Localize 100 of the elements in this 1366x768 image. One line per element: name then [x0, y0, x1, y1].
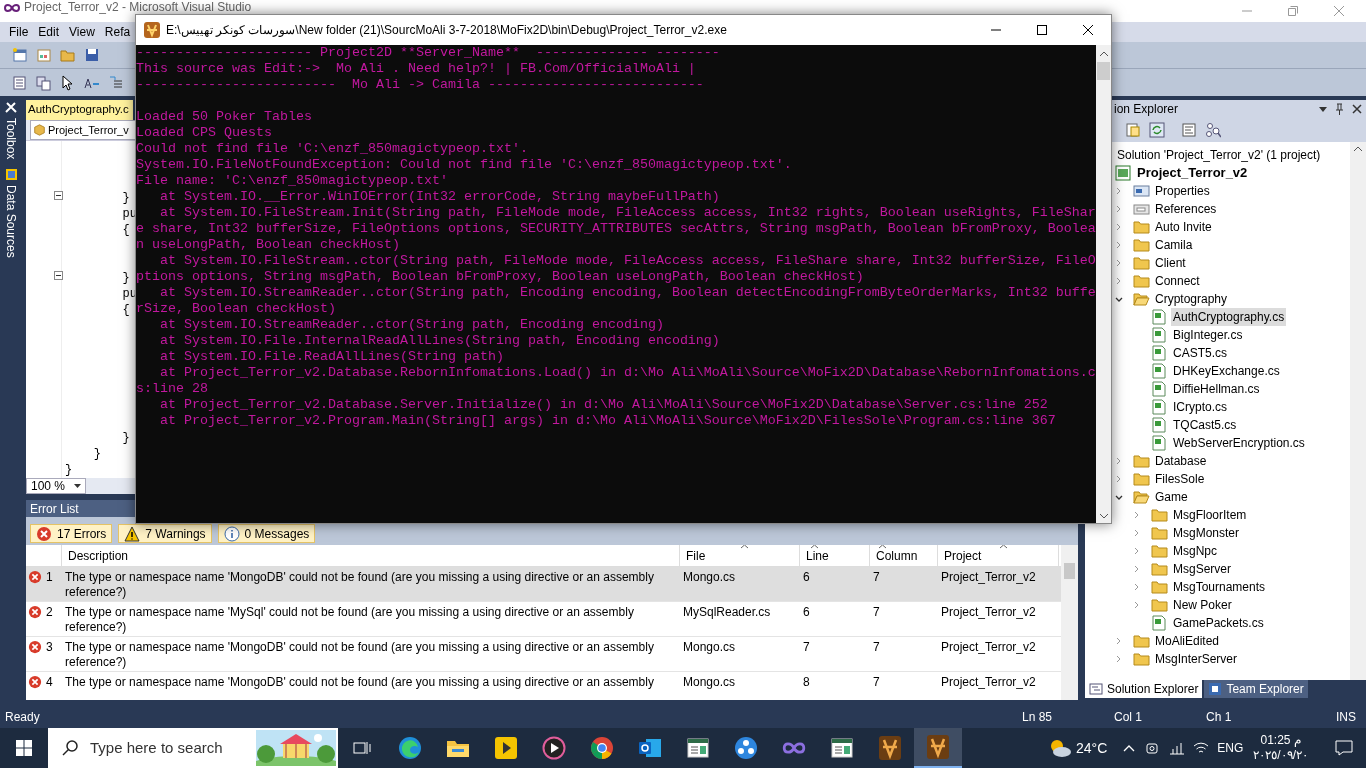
- scrollbar-thumb[interactable]: [1064, 563, 1075, 579]
- dropdown-icon[interactable]: [1319, 106, 1327, 112]
- tree-item[interactable]: Connect: [1153, 272, 1202, 290]
- column-header[interactable]: Column: [870, 545, 938, 566]
- save-icon[interactable]: [84, 47, 100, 63]
- scrollbar[interactable]: [1061, 545, 1078, 700]
- filter-button[interactable]: 17 Errors: [30, 524, 113, 543]
- maximize-icon[interactable]: [1037, 25, 1047, 35]
- document-list-icon[interactable]: [12, 74, 28, 91]
- tree-item[interactable]: MsgNpc: [1171, 542, 1219, 560]
- collapse-icon[interactable]: [54, 191, 63, 200]
- column-header[interactable]: Description: [62, 545, 680, 566]
- folder-icon: [1133, 651, 1150, 667]
- code-line: }: [65, 462, 73, 478]
- properties-icon: [1133, 183, 1150, 199]
- table-cell: 6: [803, 570, 810, 584]
- console-line: ------------------------- Mo Ali -> Camila ---------------------------: [136, 77, 704, 93]
- filter-button[interactable]: 0 Messages: [217, 524, 316, 543]
- tree-item[interactable]: MsgFloorItem: [1171, 506, 1249, 524]
- tree-item[interactable]: DHKeyExchange.cs: [1171, 362, 1282, 380]
- scrollbar[interactable]: [1350, 142, 1366, 680]
- panel-tab[interactable]: Team Explorer: [1204, 680, 1308, 698]
- scroll-up-icon[interactable]: [1354, 146, 1362, 151]
- references-icon: [1133, 201, 1150, 217]
- table-cell: 7: [873, 640, 880, 654]
- tree-item[interactable]: Cryptography: [1153, 290, 1230, 308]
- tree-item[interactable]: MoAliEdited: [1153, 632, 1222, 650]
- side-tab[interactable]: Toolbox: [2, 118, 20, 160]
- properties-icon[interactable]: [1125, 122, 1141, 138]
- folder-icon: [1133, 471, 1150, 487]
- wifi-icon[interactable]: [1193, 741, 1210, 755]
- tree-item[interactable]: BigInteger.cs: [1171, 326, 1245, 344]
- language-indicator[interactable]: ENG: [1217, 739, 1244, 757]
- camera-icon[interactable]: [1145, 741, 1160, 755]
- tree-item[interactable]: ICrypto.cs: [1171, 398, 1229, 416]
- new-project-icon[interactable]: [12, 47, 28, 63]
- tree-item[interactable]: FilesSole: [1153, 470, 1207, 488]
- collapse-icon[interactable]: [54, 271, 63, 280]
- column-header[interactable]: File: [680, 545, 800, 566]
- type-dropdown[interactable]: Project_Terror_v: [30, 120, 136, 140]
- tree-item[interactable]: DiffieHellman.cs: [1171, 380, 1262, 398]
- filter-button[interactable]: 7 Warnings: [118, 524, 212, 543]
- tree-item[interactable]: MsgInterServer: [1153, 650, 1240, 668]
- weather-icon[interactable]: [1048, 738, 1073, 758]
- temperature-text[interactable]: 24°C: [1076, 737, 1108, 759]
- scrollbar[interactable]: [1096, 45, 1111, 523]
- restore-icon[interactable]: [1288, 6, 1298, 16]
- table-cell: The type or namespace name 'MySql' could not be found (are you missing a using directive or an assembly reference?): [65, 605, 634, 634]
- windows-logo-icon[interactable]: [16, 740, 32, 756]
- tree-item[interactable]: MsgServer: [1171, 560, 1233, 578]
- column-header[interactable]: Project: [938, 545, 1059, 566]
- menu-item[interactable]: View: [64, 23, 100, 41]
- class-diagram-icon[interactable]: [1205, 122, 1221, 138]
- tree-item[interactable]: Solution 'Project_Terror_v2' (1 project): [1115, 146, 1323, 164]
- close-icon[interactable]: [1352, 104, 1362, 114]
- insert-mode-indicator: INS: [1336, 709, 1356, 726]
- tree-item[interactable]: TQCast5.cs: [1171, 416, 1239, 434]
- tree-item[interactable]: MsgMonster: [1171, 524, 1242, 542]
- tree-item[interactable]: MsgTournaments: [1171, 578, 1268, 596]
- side-tab[interactable]: Data Sources: [2, 185, 20, 259]
- scroll-down-icon[interactable]: [1099, 514, 1108, 519]
- view-code-icon[interactable]: [1181, 122, 1197, 138]
- menu-item[interactable]: File: [4, 23, 34, 41]
- menu-item[interactable]: Edit: [33, 23, 65, 41]
- search-field[interactable]: Type here to search: [48, 728, 338, 768]
- tree-item[interactable]: Game: [1153, 488, 1190, 506]
- console-line: at Project_Terror_v2.Database.Server.Initialize() in d:\Mo Ali\MoAli\Source\MoFix2D\Database\Server.cs:line 252: [159, 397, 1048, 413]
- chevron-up-icon[interactable]: [1123, 744, 1136, 752]
- list-icon[interactable]: [108, 74, 124, 91]
- column-header[interactable]: Line: [800, 545, 870, 566]
- tree-item[interactable]: AuthCryptography.cs: [1171, 308, 1287, 326]
- notification-icon[interactable]: [1335, 740, 1353, 756]
- emblem-icon[interactable]: [914, 728, 962, 768]
- tree-item[interactable]: Camila: [1153, 236, 1195, 254]
- network-icon[interactable]: [1169, 741, 1186, 755]
- zoom-dropdown[interactable]: 100 %: [26, 478, 86, 494]
- tree-item[interactable]: Client: [1153, 254, 1188, 272]
- refresh-icon[interactable]: [1149, 122, 1165, 138]
- tree-icon: [1089, 682, 1103, 696]
- tree-item[interactable]: Database: [1153, 452, 1209, 470]
- pin-icon[interactable]: [1335, 103, 1344, 115]
- file-tab[interactable]: AuthCryptography.c: [26, 100, 133, 120]
- close-icon[interactable]: [1083, 25, 1093, 35]
- table-cell: 8: [803, 675, 810, 689]
- tree-item[interactable]: CAST5.cs: [1171, 344, 1229, 362]
- tree-item[interactable]: GamePackets.cs: [1171, 614, 1266, 632]
- clock[interactable]: 01:25 م ٢٠٢٥/٠٩/٢٠: [1253, 733, 1308, 763]
- scroll-up-icon[interactable]: [1099, 51, 1108, 56]
- tree-item[interactable]: New Poker: [1171, 596, 1234, 614]
- compare-icon[interactable]: [36, 74, 52, 91]
- tree-item[interactable]: WebServerEncryption.cs: [1171, 434, 1307, 452]
- tree-item[interactable]: References: [1153, 200, 1219, 218]
- add-item-icon[interactable]: [36, 47, 52, 63]
- folder-icon: [1151, 597, 1168, 613]
- panel-tab[interactable]: Solution Explorer: [1085, 680, 1203, 698]
- tree-item[interactable]: Auto Invite: [1153, 218, 1214, 236]
- tree-item[interactable]: Properties: [1153, 182, 1212, 200]
- tree-item[interactable]: Project_Terror_v2: [1135, 163, 1250, 183]
- menu-item[interactable]: Refa: [99, 23, 136, 41]
- scrollbar-thumb[interactable]: [1097, 62, 1110, 80]
